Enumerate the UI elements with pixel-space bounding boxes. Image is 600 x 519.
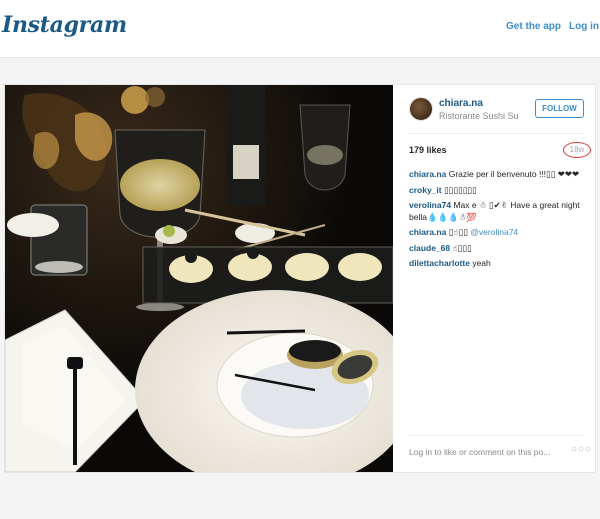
comment-username[interactable]: chiara.na [409, 169, 446, 179]
get-the-app-link[interactable]: Get the app [506, 21, 561, 32]
comment-item: croky_it ▯▯▯▯▯▯▯ [409, 185, 589, 197]
post-owner-username[interactable]: chiara.na [439, 98, 483, 109]
top-navigation-bar: Instagram Get the app Log in [0, 0, 600, 58]
comment-mention[interactable]: @verolina74 [470, 227, 518, 237]
divider [407, 435, 585, 436]
comment-item: verolina74 Max e ☃ ▯✔✌ Have a great nigh… [409, 200, 589, 223]
comment-text: ▯☝▯▯ [448, 227, 468, 237]
comment-username[interactable]: verolina74 [409, 200, 451, 210]
comment-username[interactable]: chiara.na [409, 227, 446, 237]
post-sidebar: chiara.na Ristorante Sushi Su FOLLOW 179… [393, 85, 595, 472]
post-location[interactable]: Ristorante Sushi Su [439, 111, 519, 121]
more-dots-icon[interactable]: ○○○ [571, 444, 592, 455]
comment-text: Grazie per il benvenuto !!!▯▯ ❤❤❤ [448, 169, 580, 179]
comment-item: claude_68 ☝▯▯▯ [409, 243, 589, 255]
login-to-comment-link[interactable]: Log in to like or comment on this po... [409, 447, 550, 457]
divider [407, 133, 585, 134]
avatar[interactable] [409, 97, 433, 121]
comment-item: chiara.na Grazie per il benvenuto !!!▯▯ … [409, 169, 589, 181]
comment-text: ▯▯▯▯▯▯▯ [443, 184, 477, 195]
comment-item: chiara.na ▯☝▯▯ @verolina74 [409, 227, 589, 239]
dinner-photo-illustration [5, 85, 393, 472]
comment-username[interactable]: dilettacharlotte [409, 258, 470, 268]
follow-button[interactable]: FOLLOW [535, 99, 584, 118]
comment-username[interactable]: claude_68 [409, 243, 450, 253]
comment-item: dilettacharlotte yeah [409, 258, 589, 270]
comments-list: chiara.na Grazie per il benvenuto !!!▯▯ … [409, 169, 589, 274]
instagram-logo[interactable]: Instagram [2, 12, 127, 38]
login-link[interactable]: Log in [569, 21, 599, 32]
comment-text: ☝▯▯▯ [452, 242, 472, 253]
post-card: chiara.na Ristorante Sushi Su FOLLOW 179… [4, 84, 596, 473]
comment-username[interactable]: croky_it [409, 185, 442, 195]
likes-count[interactable]: 179 likes [409, 145, 447, 155]
post-photo[interactable] [5, 85, 393, 472]
post-age-timestamp: 18w [563, 142, 591, 158]
comment-text: yeah [472, 258, 491, 268]
